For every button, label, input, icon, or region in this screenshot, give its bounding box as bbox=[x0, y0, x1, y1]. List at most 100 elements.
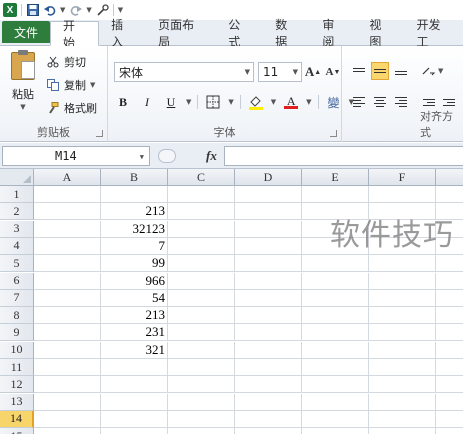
grid-cell[interactable] bbox=[168, 255, 235, 273]
grid-cell[interactable] bbox=[168, 324, 235, 342]
grid-cell[interactable] bbox=[436, 428, 463, 434]
grid-cell[interactable] bbox=[235, 341, 302, 359]
redo-icon[interactable] bbox=[69, 4, 82, 17]
grid-cell[interactable] bbox=[235, 376, 302, 394]
decrease-font-button[interactable]: A ▼ bbox=[324, 62, 342, 82]
grid-cell[interactable] bbox=[168, 307, 235, 325]
grid-cell[interactable] bbox=[34, 255, 101, 273]
grid-cell[interactable] bbox=[101, 359, 168, 376]
grid-cell[interactable] bbox=[302, 359, 369, 376]
grid-cell[interactable] bbox=[168, 203, 235, 221]
tab-developer[interactable]: 开发工 bbox=[404, 18, 463, 49]
borders-dropdown-icon[interactable]: ▼ bbox=[228, 98, 233, 106]
grid-cell[interactable] bbox=[34, 341, 101, 359]
fill-color-button[interactable] bbox=[247, 93, 265, 111]
qat-customize-dropdown-icon[interactable]: ▼ bbox=[118, 6, 123, 14]
grid-cell[interactable]: 213 bbox=[101, 203, 168, 221]
grid-cell[interactable] bbox=[302, 341, 369, 359]
fill-color-dropdown-icon[interactable]: ▼ bbox=[271, 98, 276, 106]
row-header[interactable]: 11 bbox=[0, 359, 34, 376]
font-name-dropdown-icon[interactable]: ▼ bbox=[245, 68, 250, 76]
save-icon[interactable] bbox=[26, 4, 39, 17]
grid-cell[interactable] bbox=[101, 376, 168, 394]
grid-cell[interactable] bbox=[302, 376, 369, 394]
font-size-dropdown-icon[interactable]: ▼ bbox=[293, 68, 298, 76]
grid-cell[interactable] bbox=[436, 359, 463, 376]
grid-cell[interactable] bbox=[436, 307, 463, 325]
font-size-combo[interactable]: 11 ▼ bbox=[258, 62, 302, 82]
italic-button[interactable]: I bbox=[138, 93, 156, 111]
grid-cell[interactable] bbox=[235, 324, 302, 342]
grid-cell[interactable] bbox=[436, 342, 463, 359]
grid-cell[interactable] bbox=[235, 220, 302, 238]
copy-dropdown-icon[interactable]: ▼ bbox=[90, 81, 95, 89]
row-header[interactable]: 9 bbox=[0, 324, 34, 342]
grid-cell[interactable] bbox=[436, 290, 463, 307]
undo-dropdown-icon[interactable]: ▼ bbox=[60, 6, 65, 14]
row-header[interactable]: 8 bbox=[0, 307, 34, 325]
underline-dropdown-icon[interactable]: ▼ bbox=[186, 98, 191, 106]
grid-cell[interactable]: 99 bbox=[101, 255, 168, 273]
column-header[interactable]: A bbox=[34, 169, 101, 186]
grid-cell[interactable] bbox=[302, 428, 369, 434]
orientation-dropdown-icon[interactable]: ▼ bbox=[438, 67, 443, 75]
increase-font-button[interactable]: A ▲ bbox=[304, 62, 322, 82]
grid-cell[interactable] bbox=[168, 410, 235, 428]
grid-cell[interactable] bbox=[34, 307, 101, 325]
grid-cell[interactable] bbox=[34, 272, 101, 290]
grid-cell[interactable] bbox=[168, 289, 235, 307]
grid-cell[interactable] bbox=[34, 359, 101, 376]
customize-tool-icon[interactable] bbox=[96, 3, 109, 17]
grid-cell[interactable] bbox=[302, 410, 369, 428]
grid-cell[interactable] bbox=[436, 411, 463, 428]
align-bottom-button[interactable] bbox=[392, 62, 410, 80]
orientation-button[interactable] bbox=[420, 62, 438, 80]
grid-cell[interactable] bbox=[34, 186, 101, 203]
insert-function-button[interactable]: fx bbox=[206, 148, 217, 164]
tab-file[interactable]: 文件 bbox=[2, 21, 50, 43]
row-header[interactable]: 10 bbox=[0, 341, 34, 359]
grid-cell[interactable]: 966 bbox=[101, 272, 168, 290]
column-header[interactable]: F bbox=[369, 169, 436, 186]
grid-cell[interactable] bbox=[302, 393, 369, 411]
grid-cell[interactable] bbox=[369, 324, 436, 342]
redo-dropdown-icon[interactable]: ▼ bbox=[86, 6, 91, 14]
column-header[interactable]: E bbox=[302, 169, 369, 186]
grid-cell[interactable] bbox=[235, 272, 302, 290]
grid-cell[interactable] bbox=[168, 237, 235, 255]
grid-cell[interactable] bbox=[101, 393, 168, 411]
name-box-dropdown-icon[interactable]: ▼ bbox=[140, 153, 144, 161]
row-header[interactable]: 7 bbox=[0, 289, 34, 307]
row-header[interactable]: 5 bbox=[0, 255, 34, 273]
select-all-corner[interactable] bbox=[0, 169, 34, 186]
row-header[interactable]: 3 bbox=[0, 220, 34, 238]
grid-cell[interactable] bbox=[168, 341, 235, 359]
grid-cell[interactable] bbox=[436, 255, 463, 273]
borders-button[interactable] bbox=[204, 93, 222, 111]
grid-cell[interactable] bbox=[235, 428, 302, 434]
tab-data[interactable]: 数据 bbox=[263, 18, 310, 49]
grid-cell[interactable] bbox=[369, 376, 436, 394]
grid-cell[interactable] bbox=[302, 324, 369, 342]
grid-cell[interactable] bbox=[436, 273, 463, 290]
row-header[interactable]: 13 bbox=[0, 393, 34, 411]
undo-icon[interactable] bbox=[43, 4, 56, 17]
name-box[interactable]: M14 ▼ bbox=[2, 146, 150, 166]
tab-review[interactable]: 审阅 bbox=[310, 18, 357, 49]
column-header[interactable] bbox=[436, 169, 463, 186]
grid-cell[interactable]: 321 bbox=[101, 341, 168, 359]
grid-cell[interactable] bbox=[302, 307, 369, 325]
grid-cell[interactable] bbox=[235, 410, 302, 428]
grid-cell[interactable] bbox=[369, 307, 436, 325]
grid-cell[interactable] bbox=[235, 255, 302, 273]
grid-cell[interactable] bbox=[101, 186, 168, 203]
phonetic-button[interactable]: 變 bbox=[325, 93, 343, 111]
tab-home[interactable]: 开始 bbox=[50, 19, 100, 50]
row-header[interactable]: 1 bbox=[0, 186, 34, 203]
grid-cell[interactable] bbox=[34, 289, 101, 307]
grid-cell[interactable] bbox=[369, 410, 436, 428]
tab-view[interactable]: 视图 bbox=[357, 18, 404, 49]
grid-cell[interactable]: 213 bbox=[101, 307, 168, 325]
grid-cell[interactable] bbox=[235, 203, 302, 221]
grid-cell[interactable]: 7 bbox=[101, 237, 168, 255]
